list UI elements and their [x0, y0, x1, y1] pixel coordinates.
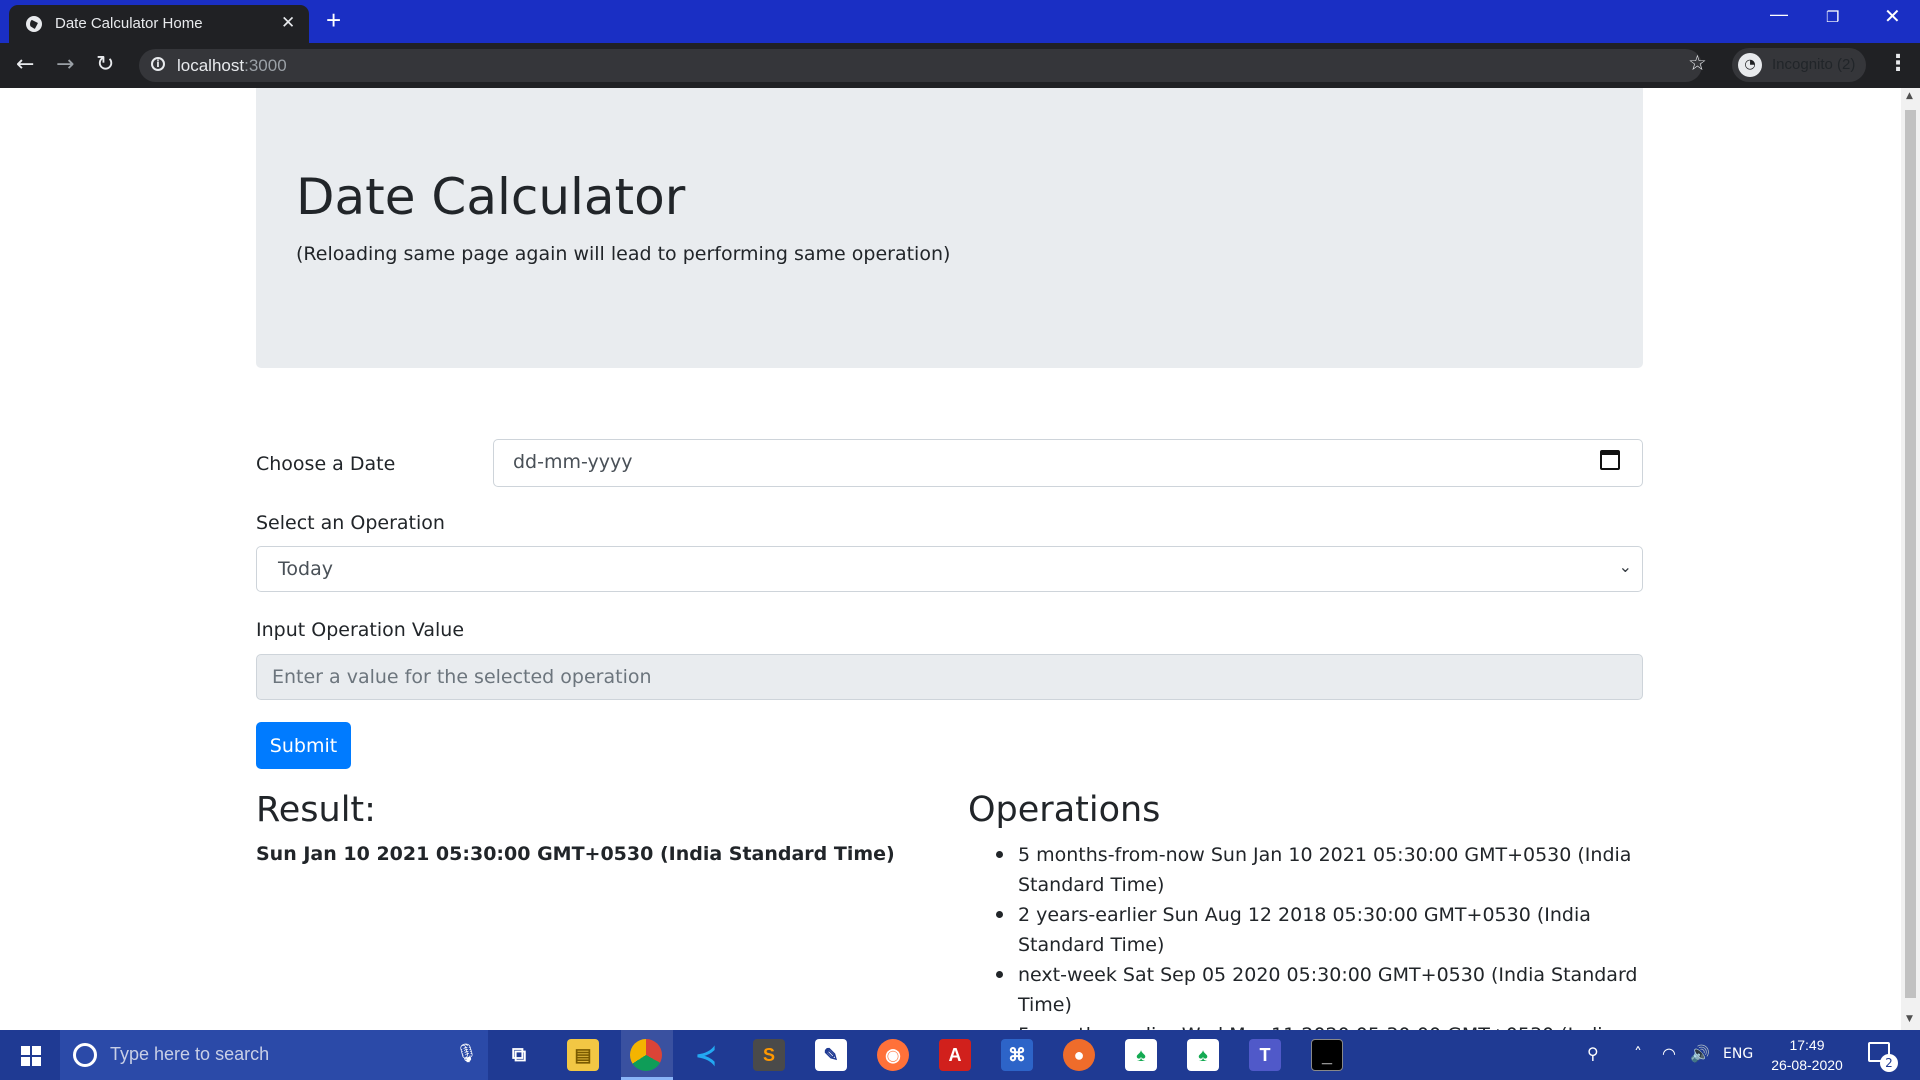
tab-title: Date Calculator Home [55, 15, 203, 32]
media-player-icon[interactable]: ● [1063, 1039, 1095, 1071]
task-view-icon[interactable]: ⧉ [503, 1039, 535, 1071]
tab-close-icon[interactable]: ✕ [281, 13, 295, 33]
calendar-icon[interactable] [1600, 450, 1620, 470]
page-viewport: Date Calculator (Reloading same page aga… [0, 88, 1901, 1030]
list-item: next-week Sat Sep 05 2020 05:30:00 GMT+0… [996, 960, 1643, 1020]
new-tab-button[interactable]: + [326, 5, 341, 36]
incognito-icon: ◔ [1738, 53, 1762, 77]
url-port: :3000 [244, 56, 287, 75]
list-item: 5 months-from-now Sun Jan 10 2021 05:30:… [996, 840, 1643, 900]
operations-heading: Operations [968, 790, 1161, 830]
window-close-icon[interactable]: ✕ [1884, 4, 1901, 29]
page-scrollbar[interactable]: ▲ ▼ [1901, 88, 1920, 1030]
taskbar: Type here to search 🎙 ⧉ ▤ ≺ S ✎ ◉ A ⌘ ● … [0, 1030, 1920, 1080]
submit-button[interactable]: Submit [256, 722, 351, 769]
address-text: localhost:3000 [177, 56, 287, 76]
chevron-down-icon: ⌄ [1618, 557, 1632, 576]
date-placeholder: dd-mm-yyyy [513, 451, 633, 473]
incognito-profile-button[interactable]: ◔ Incognito (2) [1732, 48, 1866, 82]
address-bar[interactable]: i localhost:3000 [139, 49, 1702, 82]
site-info-icon[interactable]: i [151, 57, 165, 71]
firefox-icon[interactable]: ◉ [877, 1039, 909, 1071]
result-value: Sun Jan 10 2021 05:30:00 GMT+0530 (India… [256, 843, 895, 865]
reload-icon[interactable]: ↻ [96, 52, 114, 77]
terminal-icon[interactable]: _ [1311, 1039, 1343, 1071]
back-icon[interactable]: ← [16, 52, 34, 77]
cortana-icon [73, 1043, 97, 1067]
acrobat-icon[interactable]: A [939, 1039, 971, 1071]
show-hidden-icons-icon[interactable]: ˄ [1634, 1044, 1642, 1063]
start-button[interactable] [0, 1030, 60, 1080]
scroll-up-icon[interactable]: ▲ [1906, 91, 1913, 101]
incognito-label: Incognito (2) [1772, 56, 1856, 73]
operation-selected-value: Today [278, 558, 333, 580]
jumbotron: Date Calculator (Reloading same page aga… [256, 88, 1643, 368]
value-label: Input Operation Value [256, 619, 465, 641]
bookmark-star-icon[interactable]: ☆ [1688, 51, 1707, 75]
operations-list: 5 months-from-now Sun Jan 10 2021 05:30:… [996, 840, 1643, 1030]
chrome-icon[interactable] [630, 1039, 662, 1071]
language-indicator[interactable]: ENG [1723, 1046, 1753, 1062]
teams-icon[interactable]: T [1249, 1039, 1281, 1071]
network-tool-icon[interactable]: ⌘ [1001, 1039, 1033, 1071]
operation-select[interactable]: Today ⌄ [256, 546, 1643, 592]
operation-label: Select an Operation [256, 512, 445, 534]
file-explorer-icon[interactable]: ▤ [567, 1039, 599, 1071]
scrollbar-thumb[interactable] [1905, 110, 1916, 998]
scroll-down-icon[interactable]: ▼ [1906, 1014, 1913, 1024]
list-item: 2 years-earlier Sun Aug 12 2018 05:30:00… [996, 900, 1643, 960]
microphone-icon[interactable]: 🎙 [455, 1043, 478, 1064]
list-item: 5 months-earlier Wed Mar 11 2020 05:30:0… [1018, 1020, 1643, 1030]
date-label: Choose a Date [256, 453, 396, 475]
notepad-icon[interactable]: ✎ [815, 1039, 847, 1071]
forward-icon[interactable]: → [56, 52, 74, 77]
value-placeholder: Enter a value for the selected operation [272, 666, 652, 688]
url-host: localhost [177, 56, 245, 75]
browser-toolbar: ← → ↻ i localhost:3000 ☆ ◔ Incognito (2)… [0, 43, 1920, 88]
notification-count-badge: 2 [1880, 1054, 1898, 1072]
browser-menu-icon[interactable]: ⋮ [1887, 51, 1909, 76]
page-subtitle: (Reloading same page again will lead to … [296, 243, 951, 265]
clock-date: 26-08-2020 [1771, 1057, 1843, 1073]
browser-tab-strip: Date Calculator Home ✕ + — ❐ ✕ [0, 0, 1920, 43]
operation-value-input[interactable]: Enter a value for the selected operation [256, 654, 1643, 700]
date-input[interactable]: dd-mm-yyyy [493, 439, 1643, 487]
wifi-icon[interactable]: ◠ [1662, 1044, 1676, 1063]
mongodb-compass-icon[interactable]: ♠ [1125, 1039, 1157, 1071]
mongodb-icon[interactable]: ♠ [1187, 1039, 1219, 1071]
vscode-icon[interactable]: ≺ [690, 1039, 722, 1071]
windows-logo-icon [21, 1046, 41, 1066]
clock-time: 17:49 [1789, 1037, 1825, 1053]
taskbar-clock[interactable]: 17:49 26-08-2020 [1762, 1035, 1852, 1075]
taskbar-search-placeholder: Type here to search [110, 1044, 270, 1064]
volume-icon[interactable]: 🔊 [1690, 1044, 1710, 1063]
result-heading: Result: [256, 790, 376, 830]
minimize-icon[interactable]: — [1770, 4, 1788, 25]
globe-icon [26, 16, 42, 32]
people-icon[interactable]: ⚲ [1587, 1044, 1599, 1063]
browser-tab[interactable]: Date Calculator Home ✕ [9, 5, 309, 43]
page-title: Date Calculator [296, 168, 686, 226]
restore-icon[interactable]: ❐ [1826, 8, 1839, 26]
taskbar-search[interactable]: Type here to search 🎙 [60, 1030, 488, 1080]
sublime-icon[interactable]: S [753, 1039, 785, 1071]
